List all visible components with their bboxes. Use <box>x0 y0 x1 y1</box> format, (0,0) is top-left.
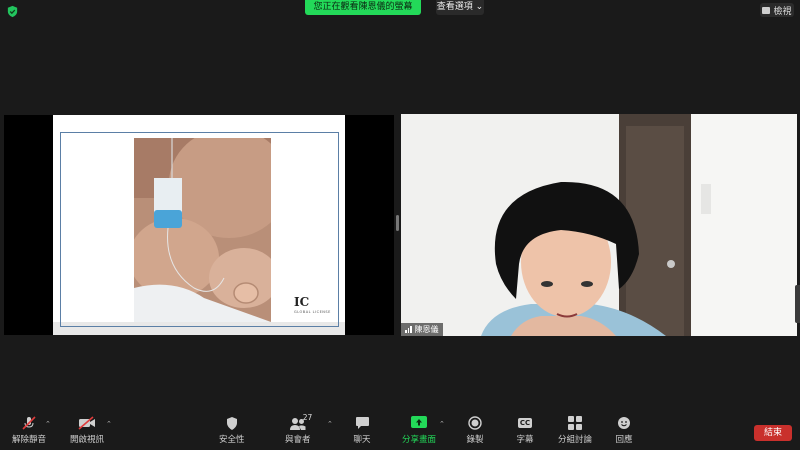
participant-video[interactable]: 陳恩儀 <box>401 114 797 336</box>
start-video-label: 開啟視訊 <box>70 435 105 445</box>
security-button[interactable]: 安全性 <box>219 414 245 445</box>
share-screen-button[interactable]: 分享畫面 <box>402 414 436 445</box>
security-label: 安全性 <box>219 435 245 445</box>
reactions-button[interactable]: 回應 <box>614 414 634 445</box>
captions-badge: CC <box>517 418 533 428</box>
breakout-rooms-button[interactable]: 分組討論 <box>558 414 592 445</box>
chat-label: 聊天 <box>353 435 371 445</box>
participants-label: 與會者 <box>285 435 311 445</box>
participants-icon: 27 <box>288 413 312 432</box>
view-button[interactable]: 檢視 <box>760 3 794 17</box>
chevron-up-icon[interactable]: ⌃ <box>45 420 51 428</box>
start-video-button[interactable]: 開啟視訊 <box>70 414 104 445</box>
end-meeting-button[interactable]: 結束 <box>754 425 792 441</box>
share-banner: 您正在觀看陳恩儀的螢幕 <box>305 0 421 15</box>
view-label: 檢視 <box>773 6 792 17</box>
unmute-button[interactable]: 解除靜音 <box>12 414 46 445</box>
microphone-muted-icon <box>19 414 39 432</box>
logo-subtext: GLOBAL LICENSE <box>294 310 331 314</box>
record-button[interactable]: 錄製 <box>465 414 485 445</box>
participants-count: 27 <box>302 413 313 422</box>
grid-icon <box>762 6 771 14</box>
reactions-label: 回應 <box>615 435 633 445</box>
shared-screen[interactable]: IC GLOBAL LICENSE <box>4 115 394 335</box>
captions-label: 字幕 <box>516 435 534 445</box>
chevron-up-icon[interactable]: ⌃ <box>327 420 333 428</box>
slide-photo <box>134 138 271 322</box>
meeting-toolbar: 解除靜音 ⌃ 開啟視訊 ⌃ 安全性 27 與會者 ⌃ 聊天 分享畫面 ⌃ 錄製 … <box>0 413 800 450</box>
slide-logo: IC GLOBAL LICENSE <box>294 295 346 319</box>
participant-name: 陳恩儀 <box>414 325 439 334</box>
logo-text: IC <box>294 295 310 309</box>
share-screen-label: 分享畫面 <box>402 435 437 445</box>
signal-bars-icon <box>405 326 412 333</box>
video-frame <box>401 114 797 336</box>
chat-button[interactable]: 聊天 <box>352 414 372 445</box>
share-screen-icon <box>409 414 429 432</box>
unmute-label: 解除靜音 <box>12 435 47 445</box>
captions-button[interactable]: CC 字幕 <box>515 414 535 445</box>
breakout-rooms-label: 分組討論 <box>558 435 593 445</box>
side-panel-handle[interactable] <box>795 285 800 323</box>
participants-button[interactable]: 27 與會者 <box>285 413 312 445</box>
participant-name-tag: 陳恩儀 <box>401 323 443 336</box>
presentation-slide: IC GLOBAL LICENSE <box>53 115 345 335</box>
shield-check-icon[interactable] <box>6 5 19 18</box>
top-bar: 您正在觀看陳恩儀的螢幕 查看選項 ⌄ 檢視 <box>0 0 800 22</box>
emoji-reaction-icon <box>614 414 634 432</box>
shield-icon <box>222 414 242 432</box>
closed-captions-icon: CC <box>515 414 535 432</box>
camera-off-icon <box>77 414 97 432</box>
record-label: 錄製 <box>466 435 484 445</box>
record-icon <box>465 414 485 432</box>
chevron-up-icon[interactable]: ⌃ <box>439 420 445 428</box>
chevron-up-icon[interactable]: ⌃ <box>106 420 112 428</box>
chat-icon <box>352 414 372 432</box>
view-options-button[interactable]: 查看選項 ⌄ <box>436 0 484 15</box>
split-view-handle[interactable] <box>396 215 399 231</box>
breakout-rooms-icon <box>565 414 585 432</box>
